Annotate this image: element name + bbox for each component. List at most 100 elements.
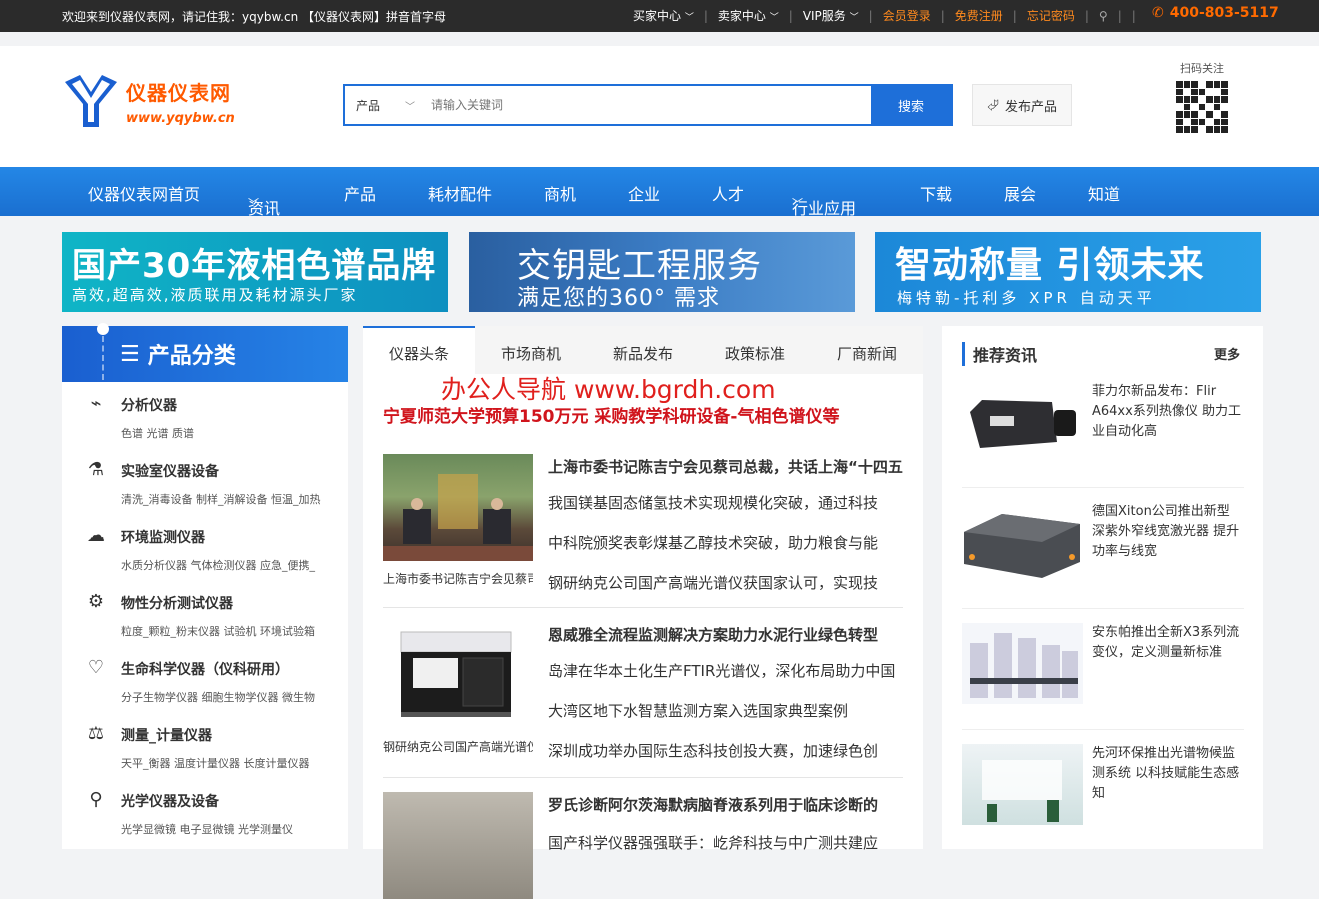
photo-caption[interactable]: 钢研纳克公司国产高端光谱仪 [383,738,533,755]
nav-business[interactable]: 商机 [544,181,576,205]
watermark-text: 办公人导航 www.bgrdh.com [441,375,776,404]
welcome-text: 欢迎来到仪器仪表网，请记住我：yqybw.cn 【仪器仪表网】拼音首字母 [62,10,446,24]
cursor-icon: ⮰ [986,96,999,114]
divider: | [1084,8,1089,23]
search-category-select[interactable]: 产品 ﹀ [345,86,421,124]
publish-product-button[interactable]: ⮰ 发布产品 [972,84,1072,126]
divider: | [788,8,793,23]
article-link[interactable]: 钢研纳克公司国产高端光谱仪获国家认可，实现技 [548,572,903,593]
qr-follow: 扫码关注 [1176,60,1228,133]
logo-url: www.yqybw.cn [126,110,235,126]
top-nav: 买家中心 ﹀ | 卖家中心 ﹀ | VIP服务 ﹀ | 会员登录 | 免费注册 … [633,7,1146,24]
site-logo[interactable]: 仪器仪表网 www.yqybw.cn [62,72,235,130]
chevron-down-icon: ﹀ [405,102,415,113]
ad-banner-balance[interactable]: 智动称量 引领未来 梅特勒-托利多 XPR 自动天平 [875,232,1261,312]
divider [962,608,1244,609]
nav-home[interactable]: 仪器仪表网首页 [88,181,200,205]
list-icon: ☰ [120,341,140,367]
article-title[interactable]: 上海市委书记陈吉宁会见蔡司总裁，共话上海“十四五”发展 [548,456,903,477]
sidebar-header: ☰ 产品分类 [62,323,348,382]
nav-exhibition[interactable]: 展会 [1004,181,1036,205]
top-bar: 欢迎来到仪器仪表网，请记住我：yqybw.cn 【仪器仪表网】拼音首字母 买家中… [0,0,1319,32]
laser-photo [962,502,1083,583]
divider: | [1117,8,1122,23]
chevron-down-icon: ﹀ [849,13,859,23]
nav-products[interactable]: 产品 [344,181,376,205]
divider [383,607,903,608]
ad-banner-turnkey[interactable]: 交钥匙工程服务 满足您的360° 需求 [469,232,855,312]
search-input[interactable] [421,86,871,124]
article-link[interactable]: 我国镁基固态储氢技术实现规模化突破，通过科技 [548,492,903,513]
flask-icon: ⚗ [87,459,105,480]
divider: | [940,8,945,23]
headline-link[interactable]: 宁夏师范大学预算150万元 采购教学科研设备-气相色谱仪等 [383,402,903,427]
phone-number: 400-803-5117 [1169,5,1279,21]
buyer-center-link[interactable]: 买家中心 ﹀ [633,7,694,24]
hotline: ✆ 400-803-5117 [1152,5,1279,21]
forgot-password-link[interactable]: 忘记密码 [1027,7,1075,24]
thermal-camera-photo [962,382,1083,463]
section-title: 推荐资讯 [962,342,1037,366]
sidebar-title: 产品分类 [147,344,236,369]
monitoring-system-photo [962,744,1083,825]
scale-icon: ⚖ [87,723,105,744]
seller-center-link[interactable]: 卖家中心 ﹀ [718,7,779,24]
logo-name: 仪器仪表网 [126,80,231,105]
logo-icon [65,75,117,127]
chevron-down-icon: ﹀ [792,197,803,210]
article-title[interactable]: 恩威雅全流程监测解决方案助力水泥行业绿色转型 [548,624,903,645]
search-button[interactable]: 搜索 [871,86,951,124]
article-link[interactable]: 大湾区地下水智慧监测方案入选国家典型案例 [548,700,903,721]
chevron-down-icon: ﹀ [248,197,259,210]
qr-label: 扫码关注 [1180,62,1224,75]
spectrometer-photo[interactable] [383,622,533,729]
divider: | [703,8,708,23]
article-link[interactable]: 国产科学仪器强强联手：屹斧科技与中广测共建应 [548,832,903,853]
divider: | [868,8,873,23]
tab-vendor-news[interactable]: 厂商新闻 [811,326,923,374]
divider [962,729,1244,730]
machine-icon: ⚙ [87,591,105,612]
tab-headlines[interactable]: 仪器头条 [363,326,475,374]
news-tabs: 仪器头条 市场商机 新品发布 政策标准 厂商新闻 [363,326,923,374]
nav-companies[interactable]: 企业 [628,181,660,205]
lab-photo[interactable] [383,792,533,899]
article-link[interactable]: 深圳成功举办国际生态科技创投大赛，加速绿色创 [548,740,903,761]
phone-icon: ✆ [1152,5,1164,21]
more-link[interactable]: 更多 [1214,344,1240,363]
register-link[interactable]: 免费注册 [955,7,1003,24]
article-link[interactable]: 岛津在华本土化生产FTIR光谱仪，深化布局助力中国 [548,660,903,681]
nav-qa[interactable]: 知道 [1088,181,1120,205]
login-link[interactable]: 会员登录 [883,7,931,24]
nav-consumables[interactable]: 耗材配件 [428,181,492,205]
rheometer-photo [962,623,1083,704]
recommended-news: 推荐资讯 更多 菲力尔新品发布：Flir A64xx系列热像仪 助力工业自动化高… [942,326,1263,849]
nav-talent[interactable]: 人才 [712,181,744,205]
search-bar: 产品 ﹀ 搜索 [343,84,953,126]
divider [962,487,1244,488]
tab-market[interactable]: 市场商机 [475,326,587,374]
nav-download[interactable]: 下载 [920,181,952,205]
heartbeat-icon: ♡ [87,657,105,678]
article-title[interactable]: 罗氏诊断阿尔茨海默病脑脊液系列用于临床诊断的 [548,794,903,815]
article-link[interactable]: 中科院颁奖表彰煤基乙醇技术突破，助力粮食与能 [548,532,903,553]
cloud-rain-icon: ☁ [87,525,105,546]
product-category-sidebar: ☰ 产品分类 ⌁ 分析仪器 色谱 光谱 质谱 ⚗ 实验室仪器设备 清洗_消毒设备… [62,323,348,849]
news-panel: 仪器头条 市场商机 新品发布 政策标准 厂商新闻 办公人导航 www.bgrdh… [363,326,923,899]
chevron-down-icon: ﹀ [684,13,694,23]
meeting-photo[interactable] [383,454,533,561]
photo-caption[interactable]: 上海市委书记陈吉宁会见蔡司总裁 [383,570,533,587]
qr-code-icon [1176,81,1228,133]
microscope-icon: ⚲ [89,789,103,810]
search-icon[interactable]: ⚲ [1099,9,1108,23]
divider [383,777,903,778]
main-nav: 仪器仪表网首页 资讯 ﹀ 产品 耗材配件 商机 企业 人才 行业应用 ﹀ 下载 … [0,167,1319,218]
tab-new-products[interactable]: 新品发布 [587,326,699,374]
ad-banner-hplc[interactable]: 国产30年液相色谱品牌 高效,超高效,液质联用及耗材源头厂家 [62,232,448,312]
header: 仪器仪表网 www.yqybw.cn 产品 ﹀ 搜索 ⮰ 发布产品 扫码关注 [0,46,1319,167]
analysis-instrument-icon: ⌁ [90,393,102,414]
chevron-down-icon: ﹀ [769,13,779,23]
vip-service-link[interactable]: VIP服务 ﹀ [803,7,859,24]
tab-policy[interactable]: 政策标准 [699,326,811,374]
divider: | [1012,8,1017,23]
